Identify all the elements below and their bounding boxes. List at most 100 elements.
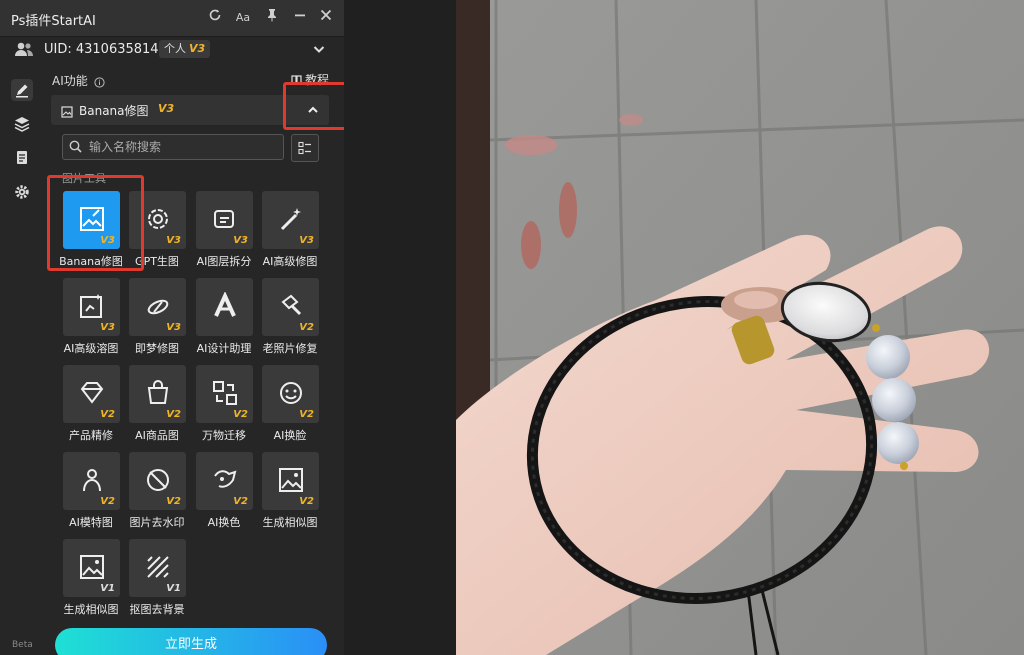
version-badge: V1 [166,583,181,594]
tool-item[interactable]: V1 生成相似图 [58,539,124,621]
plan-name: 个人 [164,42,186,55]
bracelet-photo [456,0,1024,655]
document-icon[interactable] [11,147,33,169]
section-title: Banana修图 [79,104,149,118]
list-view-icon[interactable] [291,134,319,162]
tool-item[interactable]: V2 AI换脸 [257,365,323,447]
diamond-icon [80,382,104,404]
remove-bg-icon [147,556,169,578]
tool-tile[interactable]: V2 [129,452,186,510]
edit-tool-icon[interactable] [11,79,33,101]
user-id: UID: 4310635814 [44,42,159,57]
image-blend-icon [80,294,102,318]
image-icon [61,103,73,122]
tool-item[interactable]: V2 AI商品图 [124,365,190,447]
version-badge: V2 [100,496,115,507]
tool-item[interactable]: V3 AI高级溶图 [58,278,124,360]
version-badge: V1 [100,583,115,594]
tool-tile[interactable]: V2 [196,452,253,510]
tool-label: AI换脸 [273,429,307,442]
tool-item[interactable]: V1 抠图去背景 [124,539,190,621]
version-badge: V3 [299,235,314,246]
version-badge: V2 [299,322,314,333]
close-icon[interactable] [316,8,336,28]
tool-label: 老照片修复 [262,342,318,355]
tool-tile[interactable] [196,278,253,336]
tool-tile[interactable]: V2 [129,365,186,423]
user-bar[interactable]: UID: 4310635814 个人 V3 [0,37,344,65]
tool-item[interactable]: V2 AI模特图 [58,452,124,534]
title-bar: Ps插件StartAI Aa [0,0,344,37]
tool-tile[interactable]: V3 [262,191,319,249]
sidebar [0,70,42,655]
refresh-icon[interactable] [205,8,225,28]
search-icon [69,140,82,153]
plan-badge: 个人 V3 [159,40,211,58]
tool-label: AI高级修图 [262,255,318,268]
tool-label: 抠图去背景 [129,603,185,616]
section-version: V3 [158,102,175,115]
tool-item[interactable]: V2 生成相似图 [257,452,323,534]
tool-tile[interactable]: V3 [63,278,120,336]
transfer-icon [213,381,237,405]
ai-functions-label: AI功能 [52,74,88,88]
version-badge: V3 [233,235,248,246]
magic-wand-icon [280,208,301,231]
chevron-down-icon[interactable] [312,41,326,60]
beta-label: Beta [12,640,33,650]
design-assistant-icon [214,292,236,317]
tool-tile[interactable]: V3 [129,278,186,336]
tool-item[interactable]: V2 产品精修 [58,365,124,447]
version-badge: V2 [233,409,248,420]
tool-tile[interactable]: V2 [262,278,319,336]
version-badge: V3 [166,322,181,333]
tool-tile[interactable]: V2 [63,452,120,510]
search-box [62,134,284,160]
settings-gear-icon[interactable] [11,181,33,203]
no-watermark-icon [147,469,169,491]
tool-tile[interactable]: V2 [262,452,319,510]
dream-icon [147,299,169,315]
window-title: Ps插件StartAI [11,14,96,29]
tool-tile[interactable]: V2 [63,365,120,423]
tool-tile[interactable]: V1 [63,539,120,597]
tool-item[interactable]: V2 万物迁移 [191,365,257,447]
tool-item[interactable]: V3 AI图层拆分 [191,191,257,273]
tool-tile[interactable]: V2 [262,365,319,423]
openai-icon [148,209,168,229]
tool-item[interactable]: V2 AI换色 [191,452,257,534]
version-badge: V2 [166,496,181,507]
similar-image-icon [279,468,303,492]
info-icon[interactable] [94,73,105,92]
shopping-bag-icon [147,380,169,404]
version-badge: V2 [233,496,248,507]
tool-item[interactable]: V2 老照片修复 [257,278,323,360]
plugin-panel: Ps插件StartAI Aa UID: 4310635814 个人 V3 Bet… [0,0,344,655]
layers-icon[interactable] [11,113,33,135]
canvas-area [344,0,1024,655]
version-badge: V2 [166,409,181,420]
minimize-icon[interactable] [290,8,310,28]
model-icon [83,469,101,492]
tool-tile[interactable]: V2 [196,365,253,423]
generate-button[interactable]: 立即生成 [55,628,327,655]
pin-icon[interactable] [262,8,282,28]
tool-tile[interactable]: V1 [129,539,186,597]
tool-tile[interactable]: V3 [196,191,253,249]
highlight-box-collapse [283,82,344,130]
font-size-button[interactable]: Aa [233,8,253,28]
users-icon [14,41,34,61]
tool-item[interactable]: V2 图片去水印 [124,452,190,534]
tool-item[interactable]: V3 AI高级修图 [257,191,323,273]
search-input[interactable] [87,137,281,157]
similar-image-icon [80,555,104,579]
highlight-box-banana-tool [47,175,144,271]
tool-item[interactable]: V3 即梦修图 [124,278,190,360]
tool-item[interactable]: AI设计助理 [191,278,257,360]
version-badge: V2 [100,409,115,420]
version-badge: V2 [299,496,314,507]
plan-version: V3 [189,42,206,55]
face-swap-icon [280,382,302,404]
version-badge: V3 [100,322,115,333]
version-badge: V3 [166,235,181,246]
